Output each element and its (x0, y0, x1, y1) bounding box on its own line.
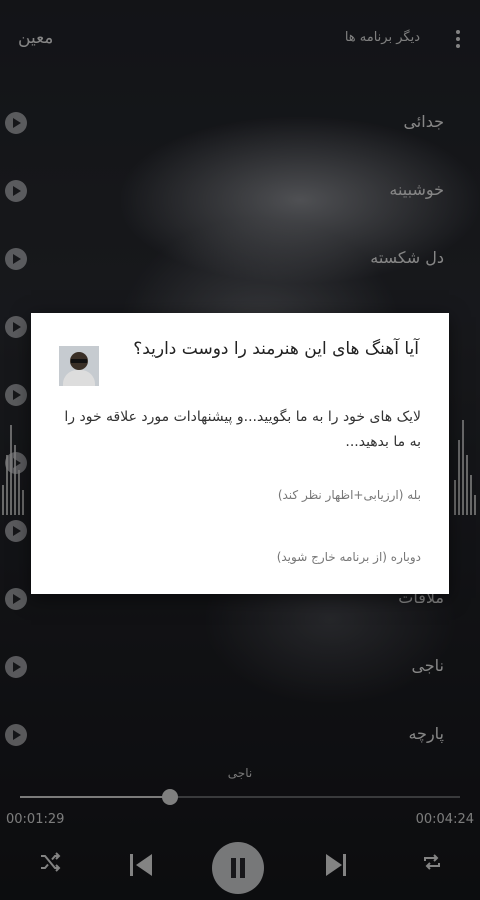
rating-dialog: آیا آهنگ های این هنرمند را دوست دارید؟ ل… (31, 313, 449, 594)
rate-yes-button[interactable]: بله (ارزیابی+اظهار نظر کند) (278, 488, 421, 502)
dialog-message: لایک های خود را به ما بگویید...و پیشنهاد… (64, 409, 421, 450)
dialog-title: آیا آهنگ های این هنرمند را دوست دارید؟ (133, 339, 419, 359)
exit-again-button[interactable]: دوباره (از برنامه خارج شوید) (277, 550, 421, 564)
artist-avatar (59, 346, 99, 386)
